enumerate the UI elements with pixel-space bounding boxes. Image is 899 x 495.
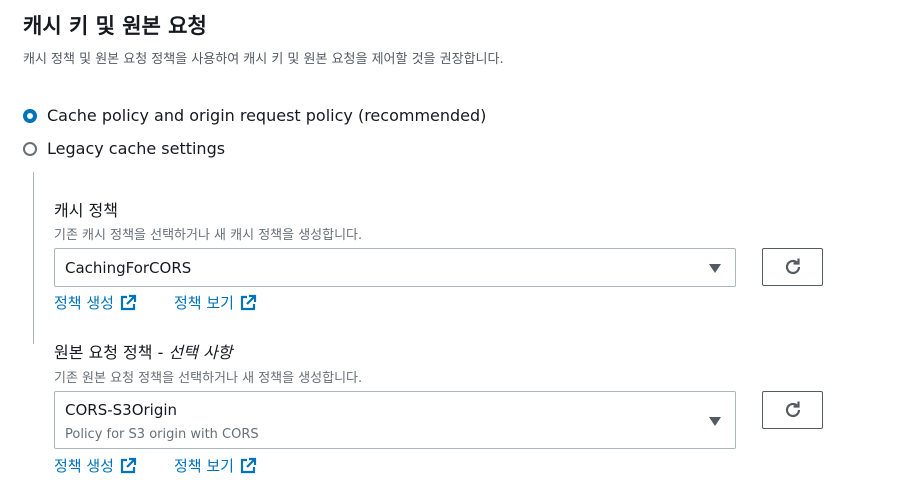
caret-down-icon bbox=[709, 417, 721, 426]
origin-request-policy-select[interactable]: CORS-S3Origin Policy for S3 origin with … bbox=[54, 391, 736, 449]
cache-policy-selected-value: CachingForCORS bbox=[65, 259, 192, 277]
cache-policy-create-link[interactable]: 정책 생성 bbox=[54, 292, 137, 313]
cache-policy-refresh-button[interactable] bbox=[762, 248, 823, 286]
origin-request-policy-view-link[interactable]: 정책 보기 bbox=[174, 455, 257, 476]
origin-request-policy-selected-value: CORS-S3Origin bbox=[65, 401, 178, 419]
radio-label: Cache policy and origin request policy (… bbox=[47, 106, 487, 125]
cache-policy-view-link[interactable]: 정책 보기 bbox=[174, 292, 257, 313]
cache-policy-label: 캐시 정책 bbox=[54, 201, 118, 220]
nested-indent-line bbox=[33, 172, 34, 344]
origin-request-policy-selected-description: Policy for S3 origin with CORS bbox=[65, 427, 259, 442]
link-text: 정책 보기 bbox=[174, 294, 234, 312]
origin-request-policy-label: 원본 요청 정책 - 선택 사항 bbox=[54, 339, 232, 363]
radio-cache-policy-recommended[interactable]: Cache policy and origin request policy (… bbox=[23, 106, 486, 125]
link-text: 정책 생성 bbox=[54, 457, 114, 475]
link-text: 정책 보기 bbox=[174, 457, 234, 475]
external-link-icon bbox=[240, 457, 257, 473]
external-link-icon bbox=[120, 294, 137, 310]
section-description: 캐시 정책 및 원본 요청 정책을 사용하여 캐시 키 및 원본 요청을 제어할… bbox=[23, 52, 504, 67]
radio-unselected-icon[interactable] bbox=[23, 141, 37, 156]
caret-down-icon bbox=[709, 264, 721, 273]
origin-request-policy-refresh-button[interactable] bbox=[762, 391, 823, 429]
refresh-icon bbox=[785, 401, 800, 418]
label-text: 원본 요청 정책 - bbox=[54, 343, 169, 362]
origin-request-policy-create-link[interactable]: 정책 생성 bbox=[54, 455, 137, 476]
radio-label: Legacy cache settings bbox=[47, 139, 226, 158]
section-title: 캐시 키 및 원본 요청 bbox=[23, 14, 207, 38]
radio-selected-icon[interactable] bbox=[23, 108, 37, 123]
refresh-icon bbox=[785, 258, 800, 275]
optional-text: 선택 사항 bbox=[168, 343, 233, 362]
radio-legacy-cache-settings[interactable]: Legacy cache settings bbox=[23, 139, 225, 158]
origin-request-policy-description: 기존 원본 요청 정책을 선택하거나 새 정책을 생성합니다. bbox=[54, 371, 363, 386]
cache-policy-select[interactable]: CachingForCORS bbox=[54, 248, 736, 287]
external-link-icon bbox=[240, 294, 257, 310]
cache-policy-description: 기존 캐시 정책을 선택하거나 새 캐시 정책을 생성합니다. bbox=[54, 228, 363, 243]
link-text: 정책 생성 bbox=[54, 294, 114, 312]
external-link-icon bbox=[120, 457, 137, 473]
